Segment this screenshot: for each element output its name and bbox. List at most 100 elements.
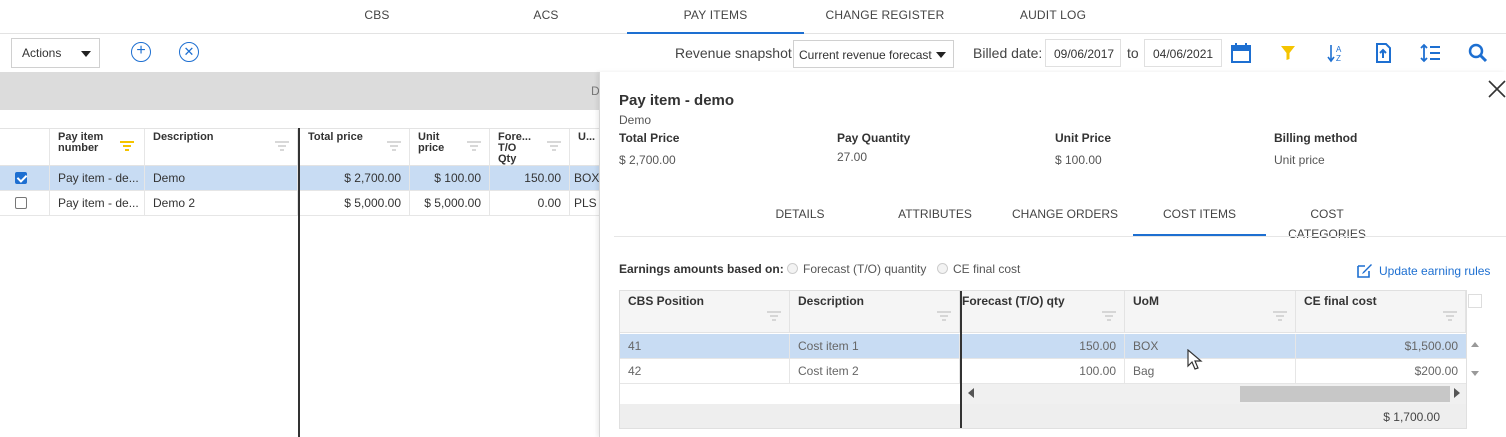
total-price-value: $ 2,700.00 bbox=[619, 153, 676, 167]
column-label: Unit price bbox=[418, 131, 445, 154]
tabs-divider bbox=[614, 236, 1506, 237]
column-header-forecast-qty[interactable]: Forecast (T/O) qty bbox=[960, 291, 1125, 333]
description-cell: Cost item 1 bbox=[790, 334, 960, 358]
radio-forecast-quantity[interactable]: Forecast (T/O) quantity bbox=[787, 262, 926, 276]
tab-pay-items[interactable]: PAY ITEMS bbox=[627, 0, 804, 34]
filter-active-icon[interactable] bbox=[120, 141, 134, 151]
radio-ce-final-cost[interactable]: CE final cost bbox=[937, 262, 1020, 276]
row-checkbox[interactable] bbox=[15, 197, 27, 209]
pay-item-detail-panel: Pay item - demo Demo Total Price $ 2,700… bbox=[599, 72, 1506, 437]
tab-cost-items[interactable]: COST ITEMS bbox=[1133, 204, 1266, 236]
column-header-unit-price[interactable]: Unit price bbox=[410, 129, 490, 167]
cost-item-row[interactable]: 41 Cost item 1 150.00 BOX $1,500.00 bbox=[620, 334, 1466, 359]
sort-az-icon[interactable]: A Z bbox=[1325, 42, 1347, 64]
actions-dropdown[interactable]: Actions bbox=[11, 38, 100, 68]
uom-cell: BOX bbox=[1125, 334, 1296, 358]
column-header-ce-final-cost[interactable]: CE final cost bbox=[1296, 291, 1466, 333]
column-label: CBS Position bbox=[628, 294, 705, 308]
forecast-qty-cell: 100.00 bbox=[960, 359, 1125, 383]
billed-date-label: Billed date: bbox=[973, 45, 1043, 61]
date-to-input[interactable]: 04/06/2021 bbox=[1144, 39, 1222, 67]
revenue-snapshot-label: Revenue snapshot: bbox=[675, 45, 796, 61]
export-icon[interactable] bbox=[1372, 42, 1394, 64]
horizontal-scrollbar[interactable] bbox=[962, 384, 1466, 404]
pay-item-cell: Pay item - de... bbox=[50, 166, 145, 190]
radio-label: CE final cost bbox=[953, 262, 1021, 276]
detail-title: Pay item - demo bbox=[619, 92, 735, 109]
unit-price-cell: $ 100.00 bbox=[410, 166, 490, 190]
tab-cbs[interactable]: CBS bbox=[346, 0, 408, 34]
tab-attributes[interactable]: ATTRIBUTES bbox=[885, 204, 985, 236]
total-price-cell: $ 5,000.00 bbox=[300, 191, 410, 215]
frozen-column-splitter[interactable] bbox=[298, 128, 300, 437]
cost-items-grid: CBS Position Description Forecast (T/O) … bbox=[619, 290, 1467, 429]
remove-icon[interactable]: ✕ bbox=[179, 42, 199, 62]
update-earning-rules-link[interactable]: Update earning rules bbox=[1357, 262, 1490, 278]
add-icon[interactable]: + bbox=[131, 42, 151, 62]
tab-change-orders[interactable]: CHANGE ORDERS bbox=[1010, 204, 1120, 236]
filter-icon[interactable] bbox=[275, 141, 289, 151]
edit-icon bbox=[1357, 264, 1372, 278]
scroll-left-icon[interactable] bbox=[968, 388, 974, 398]
column-header-description[interactable]: Description bbox=[790, 291, 960, 333]
earnings-label: Earnings amounts based on: bbox=[619, 262, 784, 276]
search-icon[interactable] bbox=[1467, 42, 1489, 64]
filter-icon[interactable] bbox=[1102, 311, 1116, 321]
column-label: Description bbox=[153, 131, 214, 143]
select-column-header bbox=[0, 129, 50, 167]
column-chooser-icon[interactable] bbox=[1468, 294, 1482, 308]
unit-price-label: Unit Price bbox=[1055, 131, 1112, 145]
filter-icon[interactable] bbox=[767, 311, 781, 321]
close-icon[interactable] bbox=[1488, 80, 1506, 98]
column-header-cbs-position[interactable]: CBS Position bbox=[620, 291, 790, 333]
row-select-cell bbox=[0, 166, 50, 190]
unit-price-value: $ 100.00 bbox=[1055, 153, 1102, 167]
tab-cost-categories[interactable]: COST CATEGORIES bbox=[1272, 204, 1382, 241]
tab-details[interactable]: DETAILS bbox=[760, 204, 840, 236]
toolbar: Actions + ✕ Revenue snapshot: Current re… bbox=[0, 34, 1506, 72]
table-row[interactable]: Pay item - de... Demo 2 $ 5,000.00 $ 5,0… bbox=[0, 191, 600, 216]
update-earning-rules-label: Update earning rules bbox=[1379, 264, 1491, 278]
scroll-right-icon[interactable] bbox=[1454, 388, 1460, 398]
column-header-pay-item-number[interactable]: Pay item number bbox=[50, 129, 145, 167]
radio-icon bbox=[787, 263, 798, 274]
cbs-position-cell: 41 bbox=[620, 334, 790, 358]
mouse-cursor-icon bbox=[1187, 349, 1203, 370]
scroll-up-icon[interactable] bbox=[1471, 342, 1479, 347]
column-header-forecast-qty[interactable]: Fore... T/O Qty bbox=[490, 129, 570, 167]
tab-acs[interactable]: ACS bbox=[515, 0, 577, 34]
filter-icon[interactable] bbox=[547, 141, 561, 151]
filter-icon[interactable] bbox=[1443, 311, 1457, 321]
chevron-down-icon bbox=[81, 51, 91, 57]
pay-quantity-label: Pay Quantity bbox=[837, 131, 911, 145]
revenue-snapshot-select[interactable]: Current revenue forecast bbox=[793, 40, 954, 68]
column-label: Description bbox=[798, 294, 865, 308]
cost-item-row[interactable]: 42 Cost item 2 100.00 Bag $200.00 bbox=[620, 359, 1466, 384]
filter-icon[interactable] bbox=[937, 311, 951, 321]
actions-label: Actions bbox=[22, 46, 62, 60]
ce-final-cost-cell: $200.00 bbox=[1414, 364, 1458, 378]
calendar-icon[interactable] bbox=[1230, 42, 1252, 64]
totals-row: $ 1,700.00 bbox=[620, 404, 1466, 428]
column-header-uom[interactable]: U... bbox=[570, 129, 600, 167]
tab-change-register[interactable]: CHANGE REGISTER bbox=[818, 0, 952, 34]
description-cell: Demo bbox=[145, 166, 298, 190]
billing-method-label: Billing method bbox=[1274, 131, 1358, 145]
line-spacing-icon[interactable] bbox=[1420, 42, 1442, 64]
column-header-description[interactable]: Description bbox=[145, 129, 298, 167]
scroll-down-icon[interactable] bbox=[1471, 371, 1479, 376]
date-from-input[interactable]: 09/06/2017 bbox=[1045, 39, 1121, 67]
radio-icon bbox=[937, 263, 948, 274]
column-header-uom[interactable]: UoM bbox=[1125, 291, 1296, 333]
scrollbar-thumb[interactable] bbox=[1240, 386, 1450, 402]
filter-icon[interactable] bbox=[387, 141, 401, 151]
column-header-total-price[interactable]: Total price bbox=[300, 129, 410, 167]
filter-icon[interactable] bbox=[1277, 42, 1299, 64]
frozen-column-splitter[interactable] bbox=[960, 291, 962, 428]
billing-method-value: Unit price bbox=[1274, 153, 1325, 167]
filter-icon[interactable] bbox=[467, 141, 481, 151]
row-checkbox[interactable] bbox=[15, 172, 27, 184]
filter-icon[interactable] bbox=[1273, 311, 1287, 321]
table-row[interactable]: Pay item - de... Demo $ 2,700.00 $ 100.0… bbox=[0, 166, 600, 191]
tab-audit-log[interactable]: AUDIT LOG bbox=[1003, 0, 1103, 34]
